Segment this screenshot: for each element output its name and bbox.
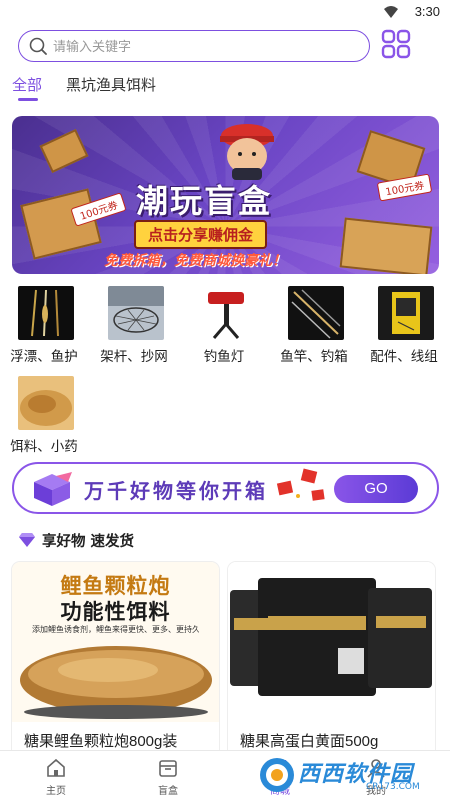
promo-text: 万千好物等你开箱 xyxy=(84,479,268,503)
red-envelope-icon xyxy=(276,468,325,501)
tab-indicator xyxy=(18,98,38,101)
tab-all[interactable]: 全部 xyxy=(12,74,42,95)
search-box[interactable] xyxy=(18,30,370,62)
banner-subtitle: 点击分享赚佣金 xyxy=(134,220,268,249)
category-label: 配件、线组 xyxy=(370,349,438,364)
product-image-subtitle: 功能性饵料 xyxy=(60,600,171,624)
banner-character-illustration xyxy=(220,124,274,180)
category-label: 架杆、抄网 xyxy=(100,349,168,364)
nav-home[interactable]: 主页 xyxy=(26,757,86,797)
section-title: 享好物 速发货 xyxy=(42,534,135,550)
category-item-bait[interactable]: 饵料、小药 xyxy=(4,374,84,458)
category-label: 鱼竿、钓箱 xyxy=(280,349,348,364)
category-item-accessories[interactable]: 配件、线组 xyxy=(364,284,444,368)
bottom-nav: 主页 盲盒 商城 我的 xyxy=(0,750,450,800)
category-item-floats[interactable]: 浮漂、鱼护 xyxy=(4,284,84,368)
product-name: 糖果高蛋白黄面500g xyxy=(240,733,379,750)
nav-blind-box[interactable]: 盲盒 xyxy=(138,757,198,797)
user-icon xyxy=(367,759,385,778)
nav-label: 主页 xyxy=(46,786,66,797)
category-tabs: 全部 黑坑渔具饵料 xyxy=(0,70,450,104)
product-image: 鲤鱼颗粒炮 功能性饵料 添加鲤鱼诱食剂，鲤鱼来得更快、更多、更持久 xyxy=(12,562,219,722)
banner-box-decoration xyxy=(339,217,433,274)
box-icon xyxy=(159,760,177,777)
home-icon xyxy=(47,758,65,777)
bait-pellets-illustration xyxy=(20,646,212,719)
status-time: 3:30 xyxy=(414,4,440,19)
category-label: 钓鱼灯 xyxy=(203,349,245,364)
diamond-icon xyxy=(19,533,35,547)
floats-image xyxy=(18,286,74,340)
search-icon xyxy=(29,37,47,55)
fishing-rod-image xyxy=(288,286,344,340)
landing-net-image xyxy=(108,286,164,340)
top-bar xyxy=(0,24,450,70)
blind-box-promo[interactable]: 万千好物等你开箱 GO xyxy=(12,462,439,514)
nav-shop[interactable]: 商城 xyxy=(250,757,310,797)
category-label: 饵料、小药 xyxy=(10,439,78,454)
nav-mine[interactable]: 我的 xyxy=(346,757,406,797)
product-card[interactable]: 糖果高蛋白黄面500g xyxy=(228,562,435,750)
search-input[interactable] xyxy=(53,35,353,57)
nav-label: 商城 xyxy=(270,786,290,797)
nav-label: 我的 xyxy=(366,786,386,797)
category-item-rods-boxes[interactable]: 鱼竿、钓箱 xyxy=(274,284,354,368)
fishing-lamp-image xyxy=(198,286,254,340)
status-bar: 3:30 xyxy=(0,0,450,24)
wifi-icon xyxy=(384,6,398,18)
shop-icon xyxy=(272,760,288,777)
product-image xyxy=(228,562,435,722)
main-content[interactable]: 100元券 100元券 潮玩盲盒 点击分享赚佣金 免费拆箱，免费商城换豪礼！ 浮… xyxy=(0,104,450,750)
bait-image xyxy=(18,376,74,430)
category-item-fishing-lamps[interactable]: 钓鱼灯 xyxy=(184,284,264,368)
nav-label: 盲盒 xyxy=(158,786,178,797)
go-button[interactable]: GO xyxy=(334,475,418,503)
category-grid-icon[interactable] xyxy=(380,28,412,60)
category-item-rods-nets[interactable]: 架杆、抄网 xyxy=(94,284,174,368)
product-name: 糖果鲤鱼颗粒炮800g装 xyxy=(24,733,178,750)
product-card[interactable]: 鲤鱼颗粒炮 功能性饵料 添加鲤鱼诱食剂，鲤鱼来得更快、更多、更持久 糖果鲤鱼颗粒… xyxy=(12,562,219,750)
promo-banner[interactable]: 100元券 100元券 潮玩盲盒 点击分享赚佣金 免费拆箱，免费商城换豪礼！ xyxy=(12,116,439,274)
banner-title: 潮玩盲盒 xyxy=(136,182,273,220)
category-label: 浮漂、鱼护 xyxy=(10,349,78,364)
tab-black-pit-gear[interactable]: 黑坑渔具饵料 xyxy=(66,74,156,95)
accessory-pack-image xyxy=(378,286,434,340)
gift-cube-icon xyxy=(34,472,72,506)
banner-slogan: 免费拆箱，免费商城换豪礼！ xyxy=(104,253,286,269)
